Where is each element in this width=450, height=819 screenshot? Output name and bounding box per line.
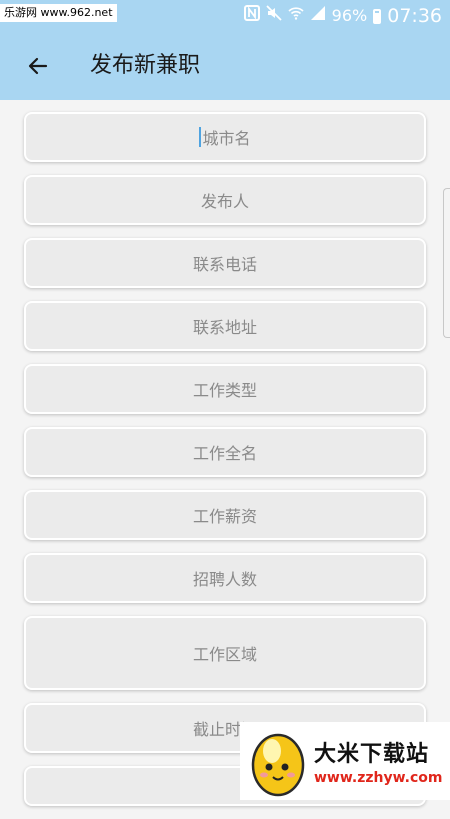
edge-scroll-handle[interactable] (443, 188, 450, 338)
status-time: 07:36 (387, 5, 442, 27)
job-salary-input[interactable]: 工作薪资 (24, 490, 426, 540)
contact-phone-placeholder: 联系电话 (192, 255, 257, 274)
wifi-icon (288, 0, 304, 32)
battery-icon (373, 8, 382, 24)
nfc-icon (243, 0, 260, 32)
job-full-name-input[interactable]: 工作全名 (24, 427, 426, 477)
city-name-input[interactable]: 城市名 (24, 112, 426, 162)
watermark-title: 大米下载站 (314, 742, 430, 767)
job-form: 城市名 发布人 联系电话 联系地址 工作类型 工作全名 工作薪资 招聘人数 工作… (24, 112, 426, 819)
work-area-input[interactable]: 工作区域 (24, 616, 426, 690)
work-area-placeholder: 工作区域 (192, 645, 257, 664)
arrow-left-icon (28, 57, 48, 75)
watermark-text: 乐游网 www.962.net (0, 4, 117, 22)
job-type-input[interactable]: 工作类型 (24, 364, 426, 414)
mascot-logo (248, 725, 308, 797)
signal-icon (310, 0, 326, 32)
text-cursor (199, 127, 202, 147)
status-bar: 乐游网 www.962.net 96% 07:36 (0, 0, 450, 32)
status-icons: 96% 07:36 (243, 0, 442, 32)
contact-address-input[interactable]: 联系地址 (24, 301, 426, 351)
job-type-placeholder: 工作类型 (192, 381, 257, 400)
publisher-placeholder: 发布人 (200, 192, 249, 211)
contact-phone-input[interactable]: 联系电话 (24, 238, 426, 288)
page-title: 发布新兼职 (90, 53, 201, 78)
contact-address-placeholder: 联系地址 (192, 318, 257, 337)
publisher-input[interactable]: 发布人 (24, 175, 426, 225)
watermark-badge: 大米下载站 www.zzhyw.com (240, 722, 450, 800)
headcount-placeholder: 招聘人数 (192, 570, 257, 589)
job-salary-placeholder: 工作薪资 (192, 507, 257, 526)
mute-icon (266, 0, 282, 32)
headcount-input[interactable]: 招聘人数 (24, 553, 426, 603)
city-name-placeholder: 城市名 (202, 129, 251, 148)
watermark-url: www.zzhyw.com (314, 770, 443, 786)
back-button[interactable] (18, 46, 58, 86)
app-toolbar: 发布新兼职 (0, 32, 450, 100)
battery-percent: 96% (331, 6, 368, 25)
job-full-name-placeholder: 工作全名 (192, 444, 257, 463)
